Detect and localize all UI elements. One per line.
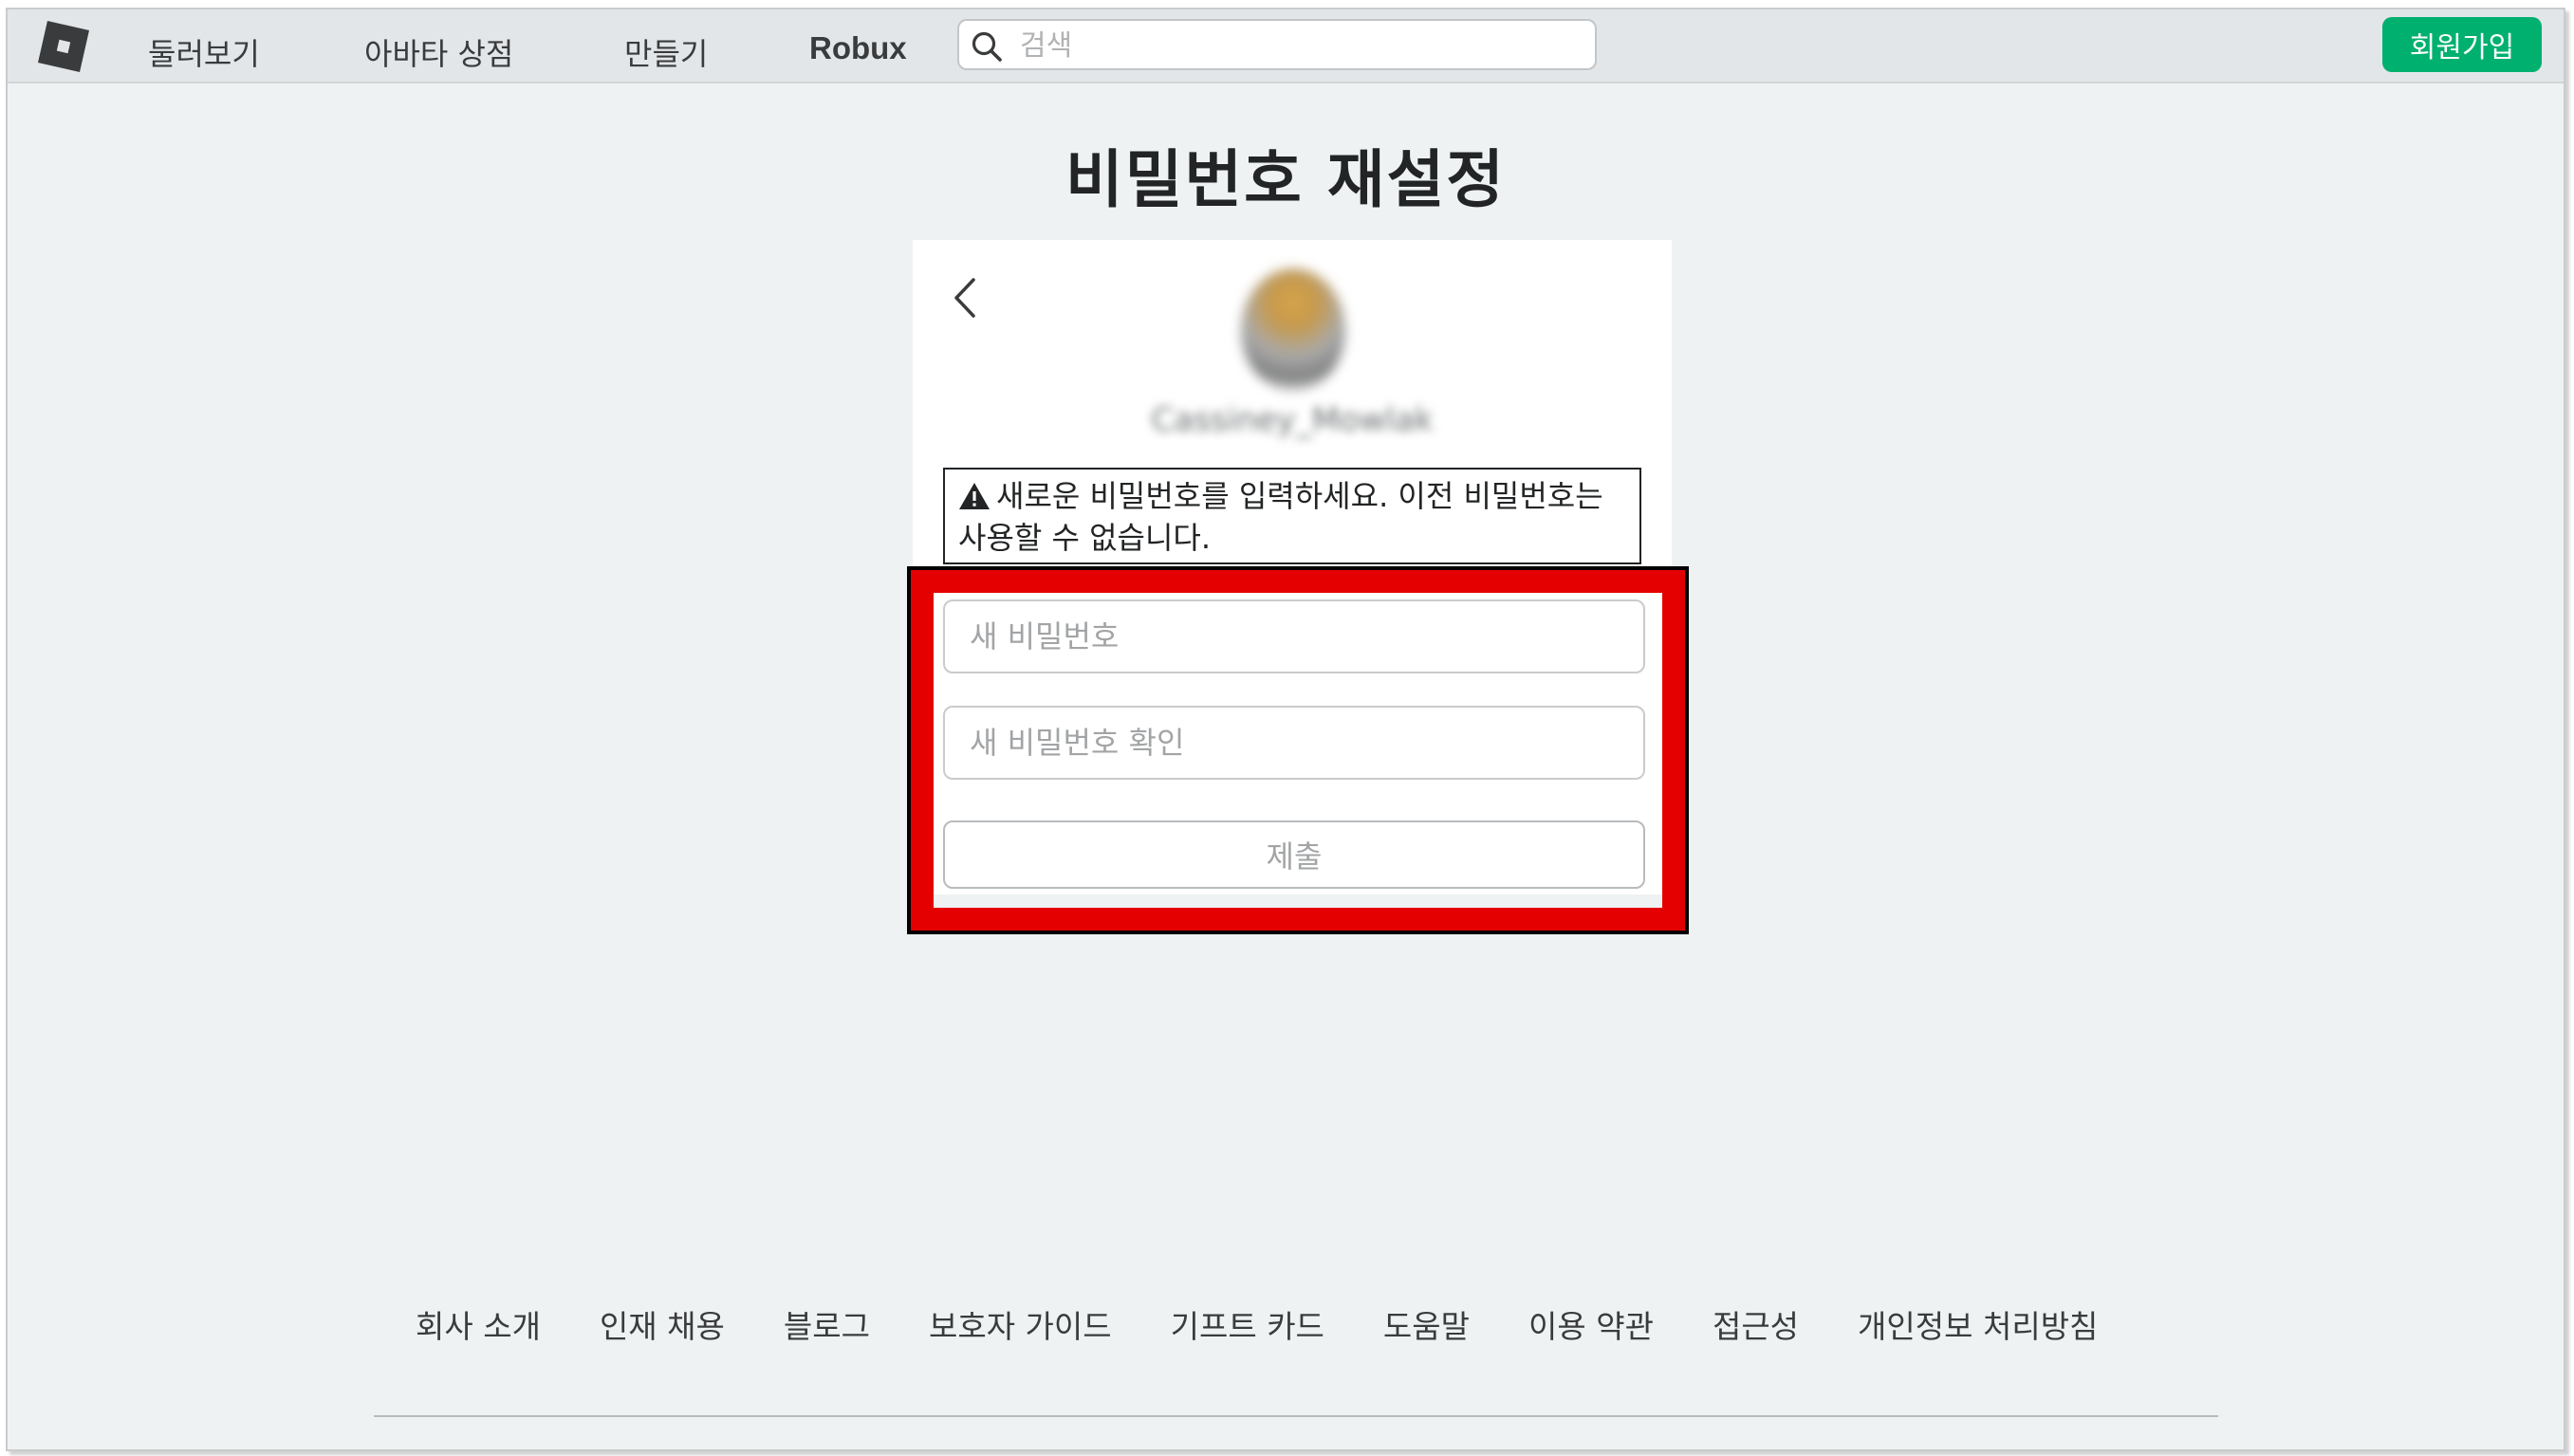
avatar (1241, 268, 1345, 392)
search-box[interactable] (957, 19, 1597, 70)
footer-link-privacy[interactable]: 개인정보 처리방침 (1858, 1301, 2098, 1345)
new-password-input[interactable] (945, 601, 1643, 672)
search-icon[interactable] (971, 30, 1003, 63)
nav-item-avatar-shop[interactable]: 아바타 상점 (364, 30, 513, 74)
confirm-password-field[interactable] (943, 706, 1645, 780)
footer-link-accessibility[interactable]: 접근성 (1713, 1301, 1799, 1345)
warning-triangle-icon (958, 479, 991, 509)
nav-item-discover[interactable]: 둘러보기 (148, 30, 260, 74)
nav-item-create[interactable]: 만들기 (624, 30, 708, 74)
browser-page: 둘러보기 아바타 상점 만들기 Robux 회원가입 비밀번호 재설정 Cass… (6, 8, 2565, 1451)
new-password-field[interactable] (943, 599, 1645, 673)
footer-link-blog[interactable]: 블로그 (784, 1301, 870, 1345)
back-chevron-icon[interactable] (947, 274, 985, 322)
footer-link-help[interactable]: 도움말 (1383, 1301, 1470, 1345)
username-label: Cassiney_Mowlak (1151, 401, 1434, 439)
warning-message: 새로운 비밀번호를 입력하세요. 이전 비밀번호는 사용할 수 없습니다. (943, 468, 1641, 564)
footer-link-gift-cards[interactable]: 기프트 카드 (1171, 1301, 1324, 1345)
roblox-logo-icon[interactable] (36, 19, 91, 74)
footer-link-about[interactable]: 회사 소개 (416, 1301, 541, 1345)
submit-button[interactable]: 제출 (943, 820, 1645, 889)
signup-button[interactable]: 회원가입 (2382, 17, 2542, 72)
search-input[interactable] (1018, 27, 1572, 65)
footer-links: 회사 소개 인재 채용 블로그 보호자 가이드 기프트 카드 도움말 이용 약관… (416, 1301, 2098, 1345)
warning-text: 새로운 비밀번호를 입력하세요. 이전 비밀번호는 사용할 수 없습니다. (958, 478, 1603, 556)
top-navigation-bar: 둘러보기 아바타 상점 만들기 Robux 회원가입 (8, 9, 2564, 83)
confirm-password-input[interactable] (945, 708, 1643, 778)
nav-item-robux[interactable]: Robux (809, 30, 907, 66)
footer-link-terms[interactable]: 이용 약관 (1528, 1301, 1654, 1345)
footer-link-parents[interactable]: 보호자 가이드 (929, 1301, 1112, 1345)
footer-divider (374, 1415, 2218, 1417)
page-title: 비밀번호 재설정 (1065, 143, 1507, 216)
footer-link-jobs[interactable]: 인재 채용 (600, 1301, 725, 1345)
